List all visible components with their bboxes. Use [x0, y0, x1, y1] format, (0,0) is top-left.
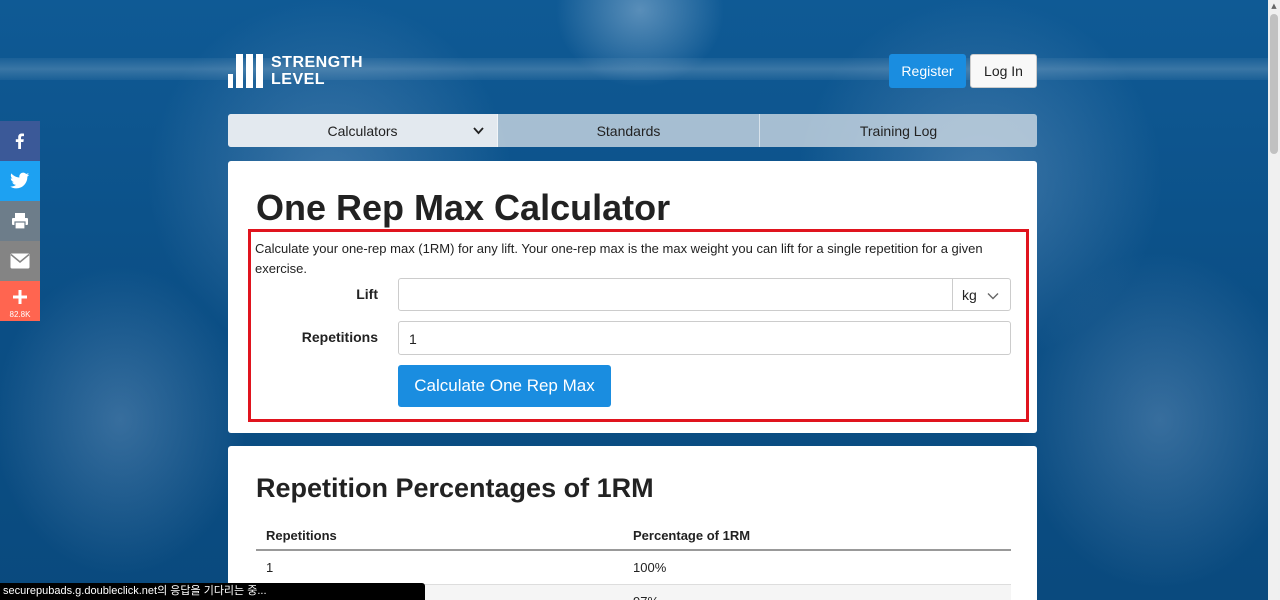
share-count: 82.8K	[9, 310, 31, 319]
nav-item-training-log[interactable]: Training Log	[760, 114, 1037, 147]
logo-line1: STRENGTH	[271, 54, 363, 71]
scrollbar-thumb[interactable]	[1270, 14, 1278, 154]
lift-label: Lift	[356, 286, 378, 302]
register-button[interactable]: Register	[889, 54, 966, 88]
twitter-share-button[interactable]	[0, 161, 40, 201]
email-icon	[10, 253, 30, 269]
nav-item-label: Calculators	[327, 122, 398, 139]
logo-line2: LEVEL	[271, 71, 326, 88]
page-title: One Rep Max Calculator	[256, 187, 671, 228]
plus-icon	[13, 290, 27, 304]
table-header-cell: Repetitions	[266, 528, 337, 543]
chevron-down-icon	[473, 127, 484, 135]
table-cell: 100%	[633, 560, 667, 575]
facebook-share-button[interactable]	[0, 121, 40, 161]
barbell-background	[0, 58, 1268, 80]
more-share-button[interactable]: 82.8K	[0, 281, 40, 321]
browser-status-bar: securepubads.g.doubleclick.net의 응답을 기다리는…	[0, 583, 425, 600]
lift-input[interactable]	[398, 278, 953, 311]
nav-item-label: Standards	[596, 122, 661, 139]
table-row: 1 100%	[256, 551, 1011, 585]
calculator-description: Calculate your one-rep max (1RM) for any…	[255, 241, 983, 276]
print-icon	[12, 213, 28, 230]
chevron-down-icon	[987, 293, 999, 300]
unit-select-value: kg	[962, 286, 977, 303]
section-title: Repetition Percentages of 1RM	[256, 473, 654, 503]
nav-item-label: Training Log	[859, 122, 938, 139]
scrollbar[interactable]: ▲	[1268, 0, 1280, 600]
email-share-button[interactable]	[0, 241, 40, 281]
logo-text: STRENGTH LEVEL	[271, 54, 363, 88]
repetitions-label: Repetitions	[301, 329, 378, 345]
calculator-card: One Rep Max Calculator Calculate your on…	[228, 161, 1037, 433]
nav-item-calculators[interactable]: Calculators	[228, 114, 498, 147]
login-button[interactable]: Log In	[970, 54, 1037, 88]
twitter-icon	[10, 172, 30, 189]
table-cell: 97%	[633, 585, 1011, 600]
percentages-card: Repetition Percentages of 1RM Repetition…	[228, 446, 1037, 600]
social-share-sidebar: 82.8K	[0, 121, 40, 321]
site-logo[interactable]: STRENGTH LEVEL	[228, 53, 363, 89]
table-header-cell: Percentage of 1RM	[633, 528, 751, 543]
print-button[interactable]	[0, 201, 40, 241]
unit-select[interactable]: kg	[952, 278, 1011, 311]
calculate-button[interactable]: Calculate One Rep Max	[398, 365, 611, 407]
nav-item-standards[interactable]: Standards	[498, 114, 760, 147]
facebook-icon	[15, 133, 24, 149]
table-header: Repetitions Percentage of 1RM	[256, 522, 1011, 551]
logo-bars-icon	[228, 54, 263, 88]
table-cell: 1	[266, 560, 274, 575]
scroll-up-arrow-icon[interactable]: ▲	[1270, 2, 1278, 10]
repetitions-input[interactable]: 1	[398, 321, 1011, 355]
main-nav: Calculators Standards Training Log	[228, 114, 1037, 147]
